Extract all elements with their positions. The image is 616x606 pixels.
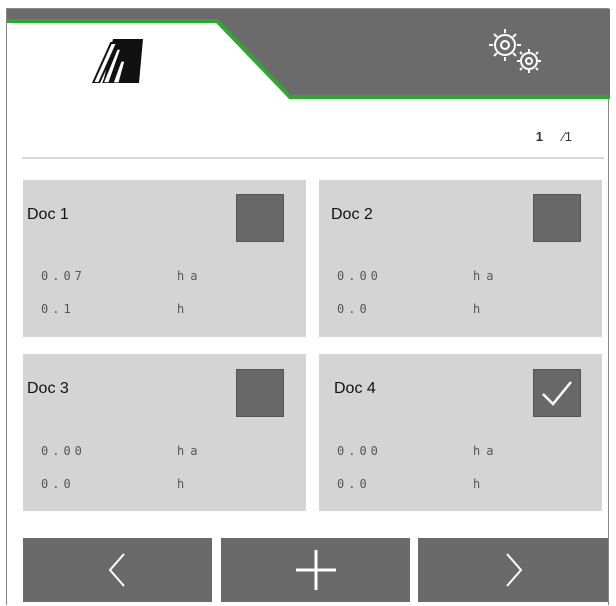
- time-unit: h: [473, 477, 487, 491]
- time-value: 0.0: [41, 477, 75, 491]
- tab-documentation[interactable]: [7, 21, 237, 97]
- area-unit: ha: [177, 444, 204, 458]
- chevron-left-icon: [108, 553, 125, 587]
- time-unit: h: [177, 302, 191, 316]
- area-row: 0.00 ha: [337, 444, 493, 458]
- field-documentation-icon: [91, 39, 143, 83]
- area-value: 0.07: [41, 269, 86, 283]
- area-value: 0.00: [337, 269, 382, 283]
- time-row: 0.0 h: [337, 302, 480, 316]
- area-value: 0.00: [41, 444, 86, 458]
- add-document-button[interactable]: [221, 538, 410, 602]
- checkmark-icon: [542, 381, 572, 406]
- next-page-button[interactable]: [418, 538, 608, 602]
- document-card-3[interactable]: Doc 3 0.00 ha 0.0 h: [23, 354, 306, 511]
- time-value: 0.0: [337, 477, 371, 491]
- document-title: Doc 4: [334, 380, 376, 397]
- time-row: 0.0 h: [41, 477, 184, 491]
- area-unit: ha: [473, 269, 500, 283]
- time-row: 0.0 h: [337, 477, 480, 491]
- document-checkbox[interactable]: [533, 369, 581, 417]
- page-indicator: 1 ⁄1: [536, 129, 572, 144]
- document-card-4[interactable]: Doc 4 0.00 ha 0.0 h: [319, 354, 602, 511]
- document-card-2[interactable]: Doc 2 0.00 ha 0.0 h: [319, 180, 602, 337]
- document-title: Doc 2: [331, 206, 373, 223]
- time-unit: h: [473, 302, 487, 316]
- area-row: 0.00 ha: [337, 269, 493, 283]
- document-checkbox[interactable]: [236, 369, 284, 417]
- divider: [22, 157, 604, 159]
- area-row: 0.00 ha: [41, 444, 197, 458]
- page-current: 1: [535, 129, 543, 144]
- area-row: 0.07 ha: [41, 269, 197, 283]
- document-card-1[interactable]: Doc 1 0.07 ha 0.1 h: [23, 180, 306, 337]
- chevron-right-icon: [506, 553, 523, 587]
- plus-icon: [295, 550, 336, 590]
- time-value: 0.1: [41, 302, 75, 316]
- screen-frame: 1 ⁄1 Doc 1 0.07 ha 0.1 h Doc 2 0.00 ha 0…: [6, 8, 610, 605]
- document-checkbox[interactable]: [533, 194, 581, 242]
- area-unit: ha: [177, 269, 204, 283]
- previous-page-button[interactable]: [23, 538, 212, 602]
- time-unit: h: [177, 477, 191, 491]
- time-value: 0.0: [337, 302, 371, 316]
- document-title: Doc 3: [27, 380, 69, 397]
- area-unit: ha: [473, 444, 500, 458]
- document-checkbox[interactable]: [236, 194, 284, 242]
- tab-settings[interactable]: [307, 9, 610, 95]
- time-row: 0.1 h: [41, 302, 184, 316]
- page-total: ⁄1: [562, 129, 572, 144]
- document-title: Doc 1: [27, 206, 69, 223]
- settings-gears-icon: [489, 29, 541, 73]
- area-value: 0.00: [337, 444, 382, 458]
